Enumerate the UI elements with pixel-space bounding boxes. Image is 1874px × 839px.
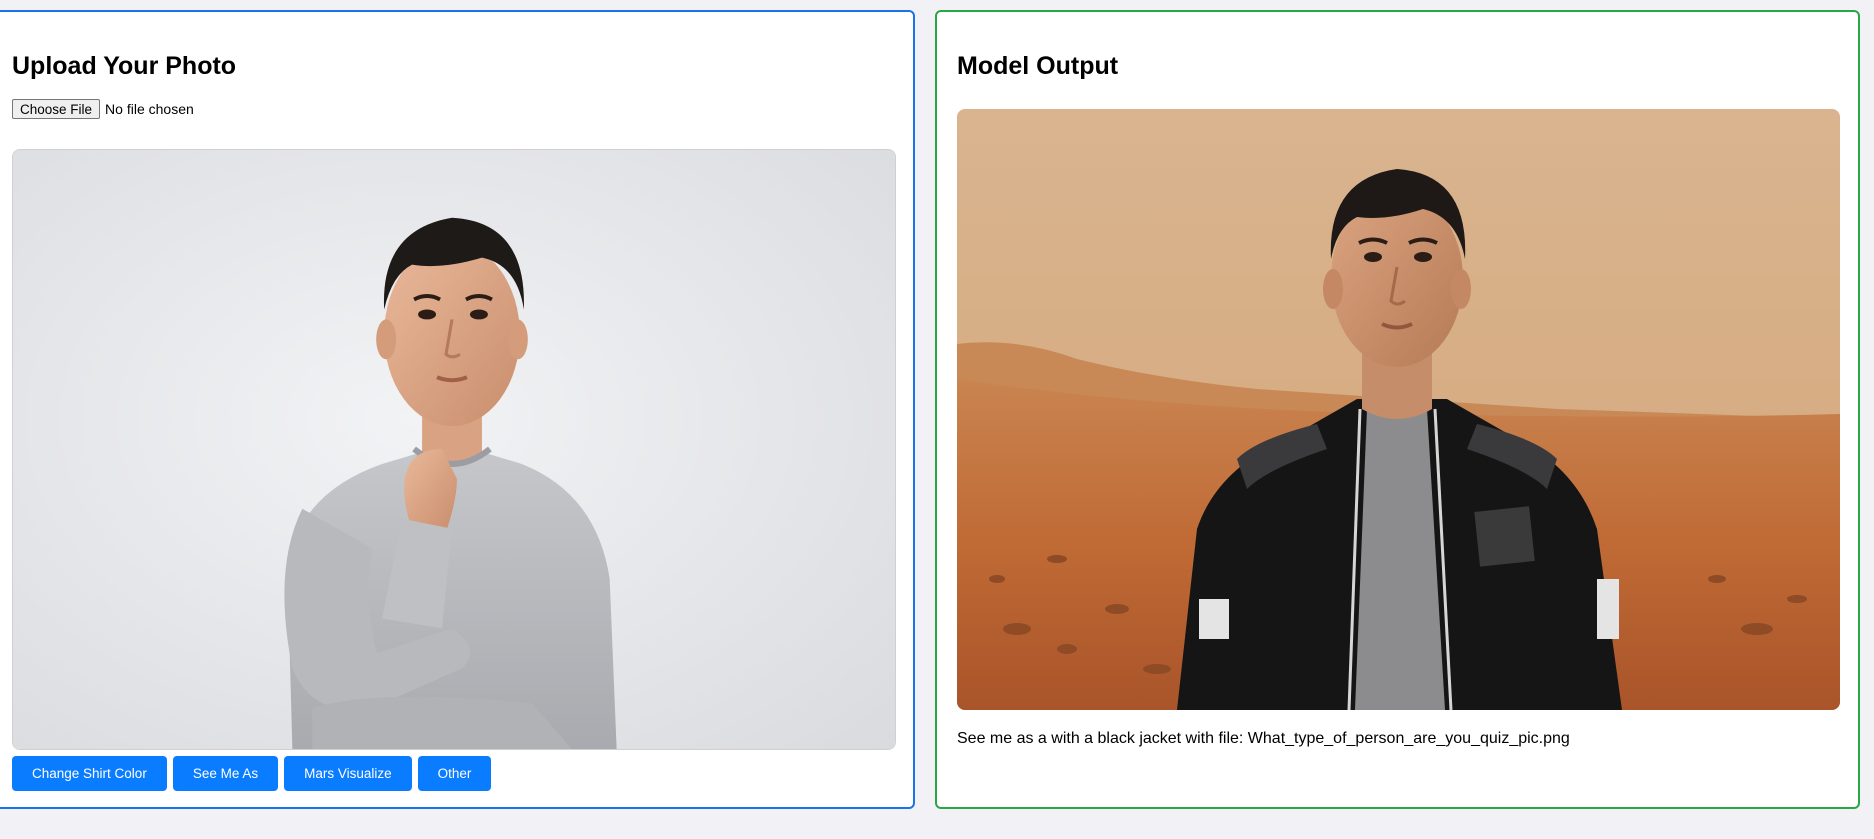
change-shirt-color-button[interactable]: Change Shirt Color — [12, 756, 167, 791]
file-status-text: No file chosen — [105, 101, 194, 117]
output-photo-image — [957, 109, 1840, 710]
file-input[interactable]: Choose File No file chosen — [12, 99, 194, 119]
see-me-as-button[interactable]: See Me As — [172, 756, 279, 791]
uploaded-photo-image — [13, 150, 895, 749]
upload-panel-title: Upload Your Photo — [12, 52, 237, 80]
choose-file-button[interactable]: Choose File — [12, 99, 101, 119]
output-panel-title: Model Output — [957, 52, 1119, 80]
output-caption: See me as a with a black jacket with fil… — [957, 730, 1570, 747]
upload-panel: Upload Your Photo Choose File No file ch… — [0, 10, 915, 809]
uploaded-photo — [12, 149, 896, 750]
other-button[interactable]: Other — [417, 756, 492, 791]
output-panel: Model Output See me as a with a black ja… — [935, 10, 1860, 809]
mars-visualize-button[interactable]: Mars Visualize — [284, 756, 412, 791]
action-button-row: Change Shirt Color See Me As Mars Visual… — [12, 756, 492, 791]
output-photo — [957, 109, 1840, 710]
